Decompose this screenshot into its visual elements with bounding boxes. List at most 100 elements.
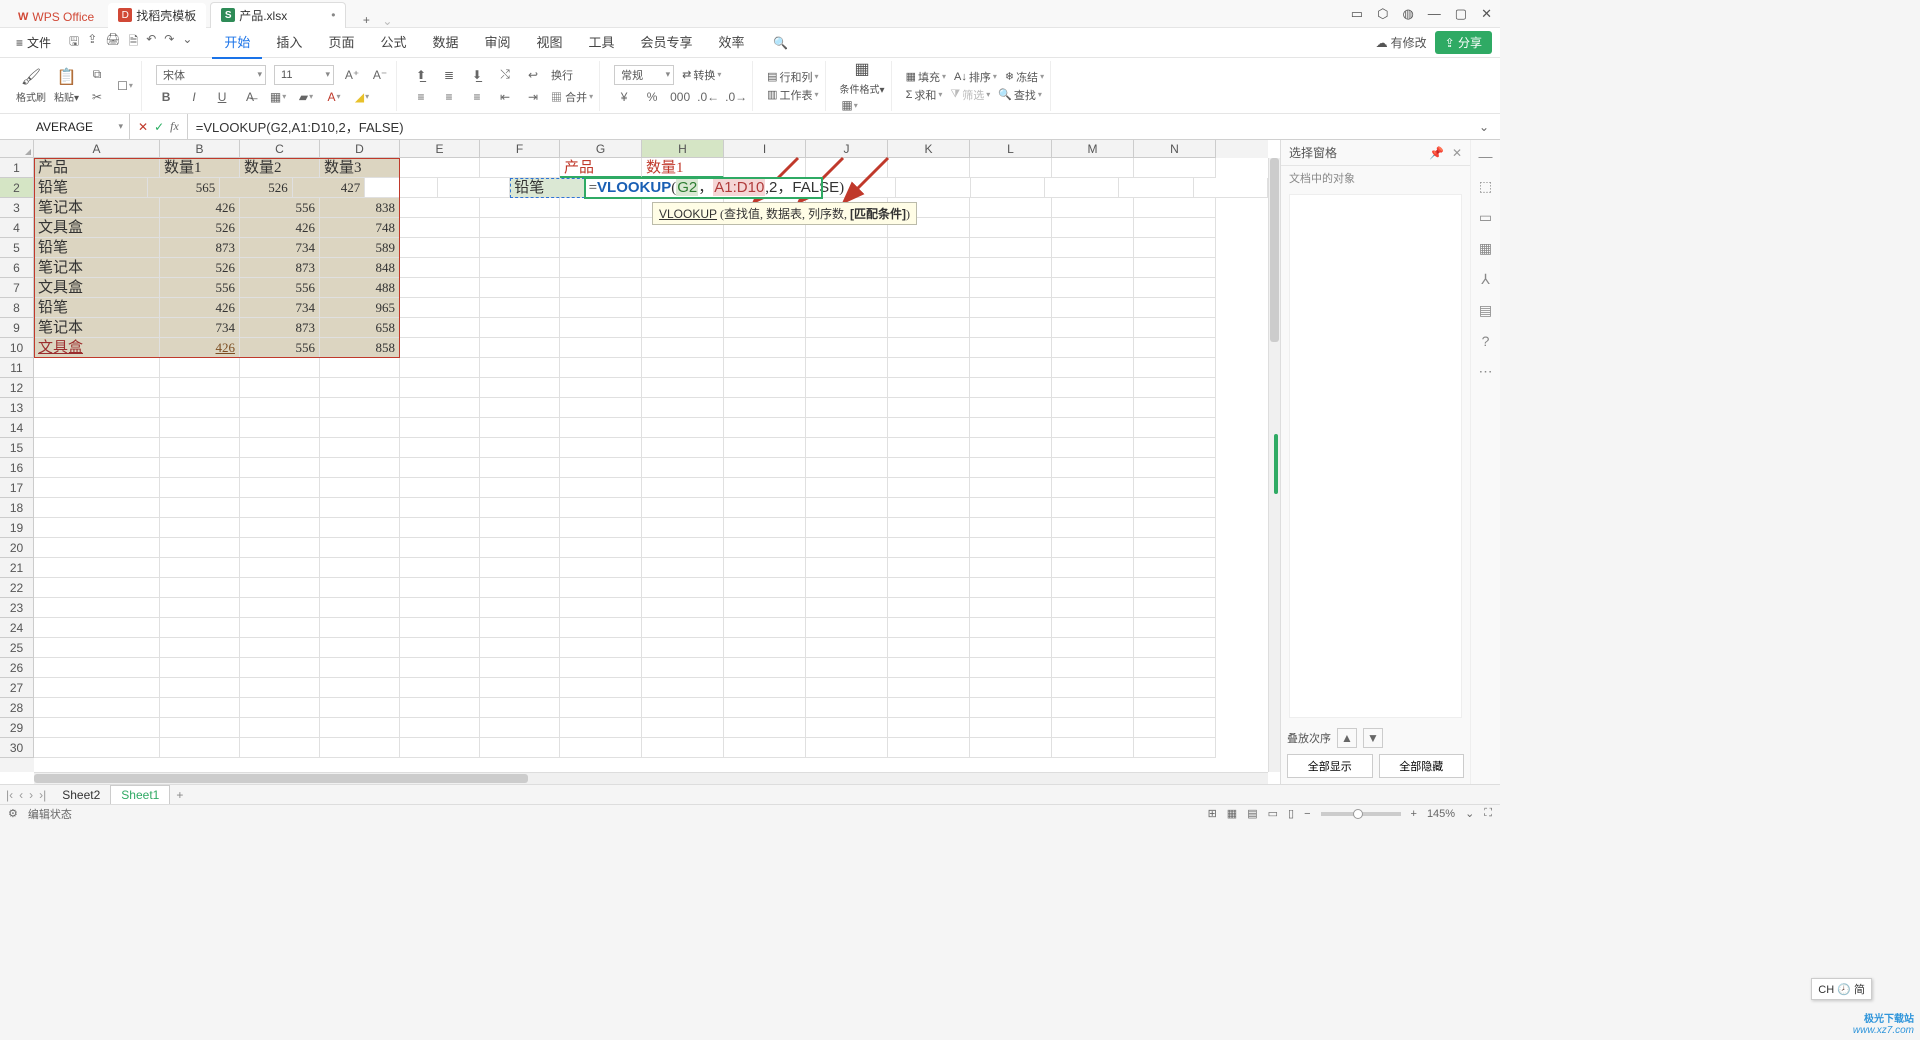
- cell[interactable]: [642, 378, 724, 398]
- cell[interactable]: [1134, 598, 1216, 618]
- bold-icon[interactable]: B: [156, 87, 176, 107]
- cell[interactable]: [400, 558, 480, 578]
- cell[interactable]: [400, 718, 480, 738]
- convert-button[interactable]: ⇄ 转换▾: [682, 67, 721, 83]
- cell[interactable]: [400, 698, 480, 718]
- cell[interactable]: [1134, 698, 1216, 718]
- cell[interactable]: [480, 238, 560, 258]
- indent-dec-icon[interactable]: ⇤: [495, 87, 515, 107]
- spreadsheet-grid[interactable]: ABCDEFGHIJKLMN 1234567891011121314151617…: [0, 140, 1280, 784]
- cell[interactable]: [400, 358, 480, 378]
- cell[interactable]: [1052, 238, 1134, 258]
- cell[interactable]: [642, 398, 724, 418]
- border-icon[interactable]: ▦: [268, 87, 288, 107]
- wrap-button[interactable]: 换行: [551, 67, 573, 83]
- avatar-icon[interactable]: ◍: [1402, 6, 1413, 22]
- cell[interactable]: [806, 458, 888, 478]
- cell[interactable]: [806, 258, 888, 278]
- menu-tab-0[interactable]: 开始: [212, 26, 262, 59]
- cell[interactable]: [970, 238, 1052, 258]
- cell[interactable]: [642, 658, 724, 678]
- cell[interactable]: [1134, 358, 1216, 378]
- cell[interactable]: [888, 638, 970, 658]
- col-header[interactable]: L: [970, 140, 1052, 158]
- cell[interactable]: [1052, 358, 1134, 378]
- align-top-icon[interactable]: ⬆̲: [411, 65, 431, 85]
- row-header[interactable]: 17: [0, 478, 34, 498]
- cell[interactable]: [888, 538, 970, 558]
- cell[interactable]: [724, 518, 806, 538]
- align-middle-icon[interactable]: ≣: [439, 65, 459, 85]
- cell[interactable]: [560, 378, 642, 398]
- cell[interactable]: [240, 598, 320, 618]
- menu-tab-2[interactable]: 页面: [316, 26, 366, 59]
- cell[interactable]: [480, 258, 560, 278]
- cell[interactable]: [240, 698, 320, 718]
- cell[interactable]: [1134, 278, 1216, 298]
- cell[interactable]: [888, 418, 970, 438]
- cell[interactable]: [1134, 378, 1216, 398]
- cell[interactable]: [560, 298, 642, 318]
- cell[interactable]: [320, 618, 400, 638]
- cell[interactable]: [400, 518, 480, 538]
- cell[interactable]: [642, 498, 724, 518]
- cell[interactable]: [970, 378, 1052, 398]
- cell[interactable]: [1052, 558, 1134, 578]
- cell[interactable]: [240, 358, 320, 378]
- cell[interactable]: [480, 378, 560, 398]
- cell[interactable]: [240, 518, 320, 538]
- cell[interactable]: [320, 578, 400, 598]
- cell[interactable]: [34, 378, 160, 398]
- cell[interactable]: [400, 618, 480, 638]
- zoom-in-button[interactable]: +: [1411, 808, 1417, 820]
- font-color-icon[interactable]: A: [324, 87, 344, 107]
- sort-button[interactable]: A↓ 排序▾: [954, 69, 997, 85]
- zoom-slider[interactable]: [1321, 812, 1401, 816]
- cell[interactable]: [480, 538, 560, 558]
- cell[interactable]: [888, 578, 970, 598]
- zoom-out-button[interactable]: −: [1304, 808, 1310, 820]
- export-icon[interactable]: ⇪: [87, 32, 97, 53]
- dec-inc-icon[interactable]: .0←: [698, 87, 718, 107]
- hide-all-button[interactable]: 全部隐藏: [1379, 754, 1465, 778]
- qa-dropdown-icon[interactable]: ⌄: [182, 32, 192, 53]
- cell[interactable]: [1052, 258, 1134, 278]
- cell[interactable]: [1134, 638, 1216, 658]
- cell[interactable]: [480, 158, 560, 178]
- cell[interactable]: [160, 418, 240, 438]
- cell[interactable]: 556: [160, 278, 240, 298]
- cell[interactable]: [970, 678, 1052, 698]
- cell[interactable]: 873: [240, 318, 320, 338]
- cell[interactable]: [1052, 518, 1134, 538]
- cell[interactable]: [320, 538, 400, 558]
- cell[interactable]: [560, 318, 642, 338]
- cell[interactable]: [1134, 618, 1216, 638]
- cell[interactable]: [888, 438, 970, 458]
- filter-button[interactable]: ⧩ 筛选▾: [950, 87, 990, 103]
- cell[interactable]: [320, 738, 400, 758]
- cell[interactable]: [888, 698, 970, 718]
- cell[interactable]: [970, 618, 1052, 638]
- cell[interactable]: [320, 518, 400, 538]
- cell[interactable]: [160, 398, 240, 418]
- cell[interactable]: [560, 198, 642, 218]
- cell[interactable]: [642, 278, 724, 298]
- print-preview-icon[interactable]: 🗎: [129, 32, 139, 53]
- row-header[interactable]: 9: [0, 318, 34, 338]
- cell[interactable]: [400, 378, 480, 398]
- cell[interactable]: [724, 558, 806, 578]
- align-center-icon[interactable]: ≡: [439, 87, 459, 107]
- sheet-tab[interactable]: Sheet2: [52, 786, 110, 804]
- cell[interactable]: 734: [240, 238, 320, 258]
- cell[interactable]: [1052, 658, 1134, 678]
- row-header[interactable]: 5: [0, 238, 34, 258]
- cell[interactable]: [724, 238, 806, 258]
- cell[interactable]: [320, 438, 400, 458]
- cell[interactable]: [240, 618, 320, 638]
- cell[interactable]: [560, 358, 642, 378]
- increase-font-icon[interactable]: A⁺: [342, 65, 362, 85]
- cell[interactable]: [240, 658, 320, 678]
- col-header[interactable]: E: [400, 140, 480, 158]
- cell[interactable]: [888, 358, 970, 378]
- cell[interactable]: [970, 478, 1052, 498]
